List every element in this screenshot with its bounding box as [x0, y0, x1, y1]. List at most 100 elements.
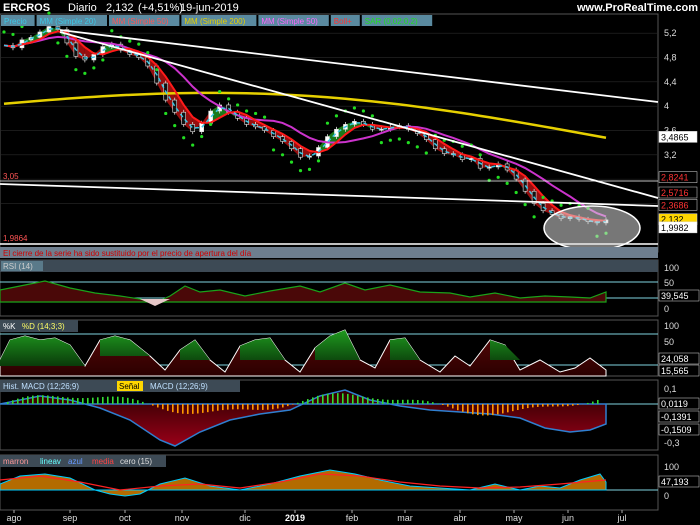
sar-dot — [110, 29, 114, 33]
macd-bar — [292, 404, 294, 405]
macd-bar — [262, 404, 264, 410]
macd-bar — [337, 393, 339, 404]
macd-bar — [542, 404, 544, 407]
macd-bar — [407, 399, 409, 404]
macd-bar — [302, 400, 304, 404]
mom-legend-marron: marron — [3, 457, 28, 466]
macd-bar — [387, 399, 389, 404]
sar-dot — [191, 143, 195, 147]
price-change: (+4,51%) — [138, 2, 183, 14]
sar-dot — [532, 215, 536, 219]
macd-bar — [192, 404, 194, 414]
price-legend: Precio MM (Simple 20) MM (Simple 50) MM (Si… — [1, 15, 433, 26]
macd-bar — [372, 398, 374, 404]
sar-dot — [370, 114, 374, 118]
sar-dot — [253, 111, 258, 116]
candle-body — [334, 128, 339, 137]
macd-bar — [197, 404, 199, 414]
y-tick-0: 5,2 — [664, 28, 677, 38]
macd-bar — [162, 404, 164, 410]
macd-bar — [392, 399, 394, 404]
sar-dot — [101, 58, 105, 62]
mom-value-zero: 0 — [664, 491, 669, 501]
macd-bar — [217, 404, 219, 411]
macd-bar — [82, 398, 84, 404]
mom-legend-lineav: lineav — [40, 457, 61, 466]
price-label-0: 3,4865 — [661, 132, 689, 142]
macd-tick-01: 0,1 — [664, 384, 677, 394]
macd-bar — [552, 404, 554, 407]
macd-bar — [497, 404, 499, 415]
sar-dot — [244, 109, 249, 113]
sar-dot — [289, 160, 294, 164]
symbol: ERCROS — [3, 2, 50, 14]
last-price: 2,132 — [106, 2, 134, 14]
macd-bar — [52, 395, 54, 404]
macd-bar — [12, 400, 14, 404]
macd-bar — [352, 394, 354, 404]
sar-dot — [155, 68, 159, 72]
x-tick-8: abr — [453, 513, 466, 523]
candle-body — [181, 111, 187, 125]
macd-bar — [457, 404, 459, 411]
macd-bar — [47, 395, 49, 404]
sar-dot — [478, 153, 482, 157]
macd-bar — [282, 404, 284, 408]
macd-bar — [367, 397, 369, 404]
macd-bar — [397, 399, 399, 404]
macd-bar — [32, 395, 34, 404]
macd-bar — [142, 401, 144, 404]
mom-legend-azul: azul — [68, 457, 83, 466]
x-axis: ago sep oct nov dic 2019 feb mar abr may jun jul — [6, 510, 627, 523]
macd-bar — [267, 404, 269, 410]
y-tick-2: 4,4 — [664, 77, 677, 87]
macd-value-line: -0,1509 — [661, 425, 692, 435]
sar-dot — [200, 134, 204, 139]
x-tick-4: dic — [239, 513, 251, 523]
macd-bar — [427, 401, 429, 404]
sar-dot — [541, 195, 545, 199]
stoch-tick-50: 50 — [664, 337, 674, 347]
sar-dot — [227, 97, 231, 101]
macd-bar — [402, 399, 404, 404]
sar-dot — [406, 141, 410, 145]
chart-header: ERCROS Diario 2,132 (+4,51%) 19-jun-2019… — [0, 0, 700, 14]
macd-value-hist: 0,0119 — [661, 399, 688, 409]
x-tick-3: nov — [175, 513, 190, 523]
sar-dot — [83, 71, 87, 75]
macd-bar — [342, 393, 344, 404]
macd-bar — [572, 404, 574, 406]
sar-dot — [460, 144, 464, 148]
price-label-1: 2,8241 — [661, 173, 689, 183]
sar-dot — [280, 153, 285, 157]
sar-dot — [11, 32, 15, 37]
stoch-tick-100: 100 — [664, 321, 679, 331]
price-value-labels: 3,48652,82412,57162,36862,1321,9982 — [658, 131, 698, 234]
x-tick-6: feb — [346, 513, 359, 523]
macd-bar — [222, 404, 224, 411]
legend-label-0: Precio — [4, 17, 27, 26]
macd-bar — [537, 404, 539, 407]
sar-dot — [514, 190, 518, 195]
macd-bar — [77, 398, 79, 404]
sar-dot — [424, 151, 428, 155]
macd-bar — [122, 397, 124, 404]
macd-bar — [312, 397, 314, 404]
macd-bar — [207, 404, 209, 413]
macd-bar — [317, 395, 319, 404]
sar-dot — [388, 138, 392, 142]
sar-dot — [182, 136, 186, 140]
macd-bar — [182, 404, 184, 414]
macd-bar — [547, 404, 549, 407]
macd-bar — [232, 404, 234, 410]
mom-tick-100: 100 — [664, 462, 679, 472]
macd-bar — [67, 397, 69, 404]
macd-bar — [462, 404, 464, 412]
sar-dot — [236, 103, 240, 107]
legend-label-3: MM (Simple 200) — [184, 17, 245, 26]
macd-bar — [112, 396, 114, 404]
candle-body — [172, 99, 178, 113]
x-tick-5: 2019 — [285, 513, 305, 523]
macd-bar — [92, 397, 94, 404]
macd-bar — [17, 398, 19, 404]
